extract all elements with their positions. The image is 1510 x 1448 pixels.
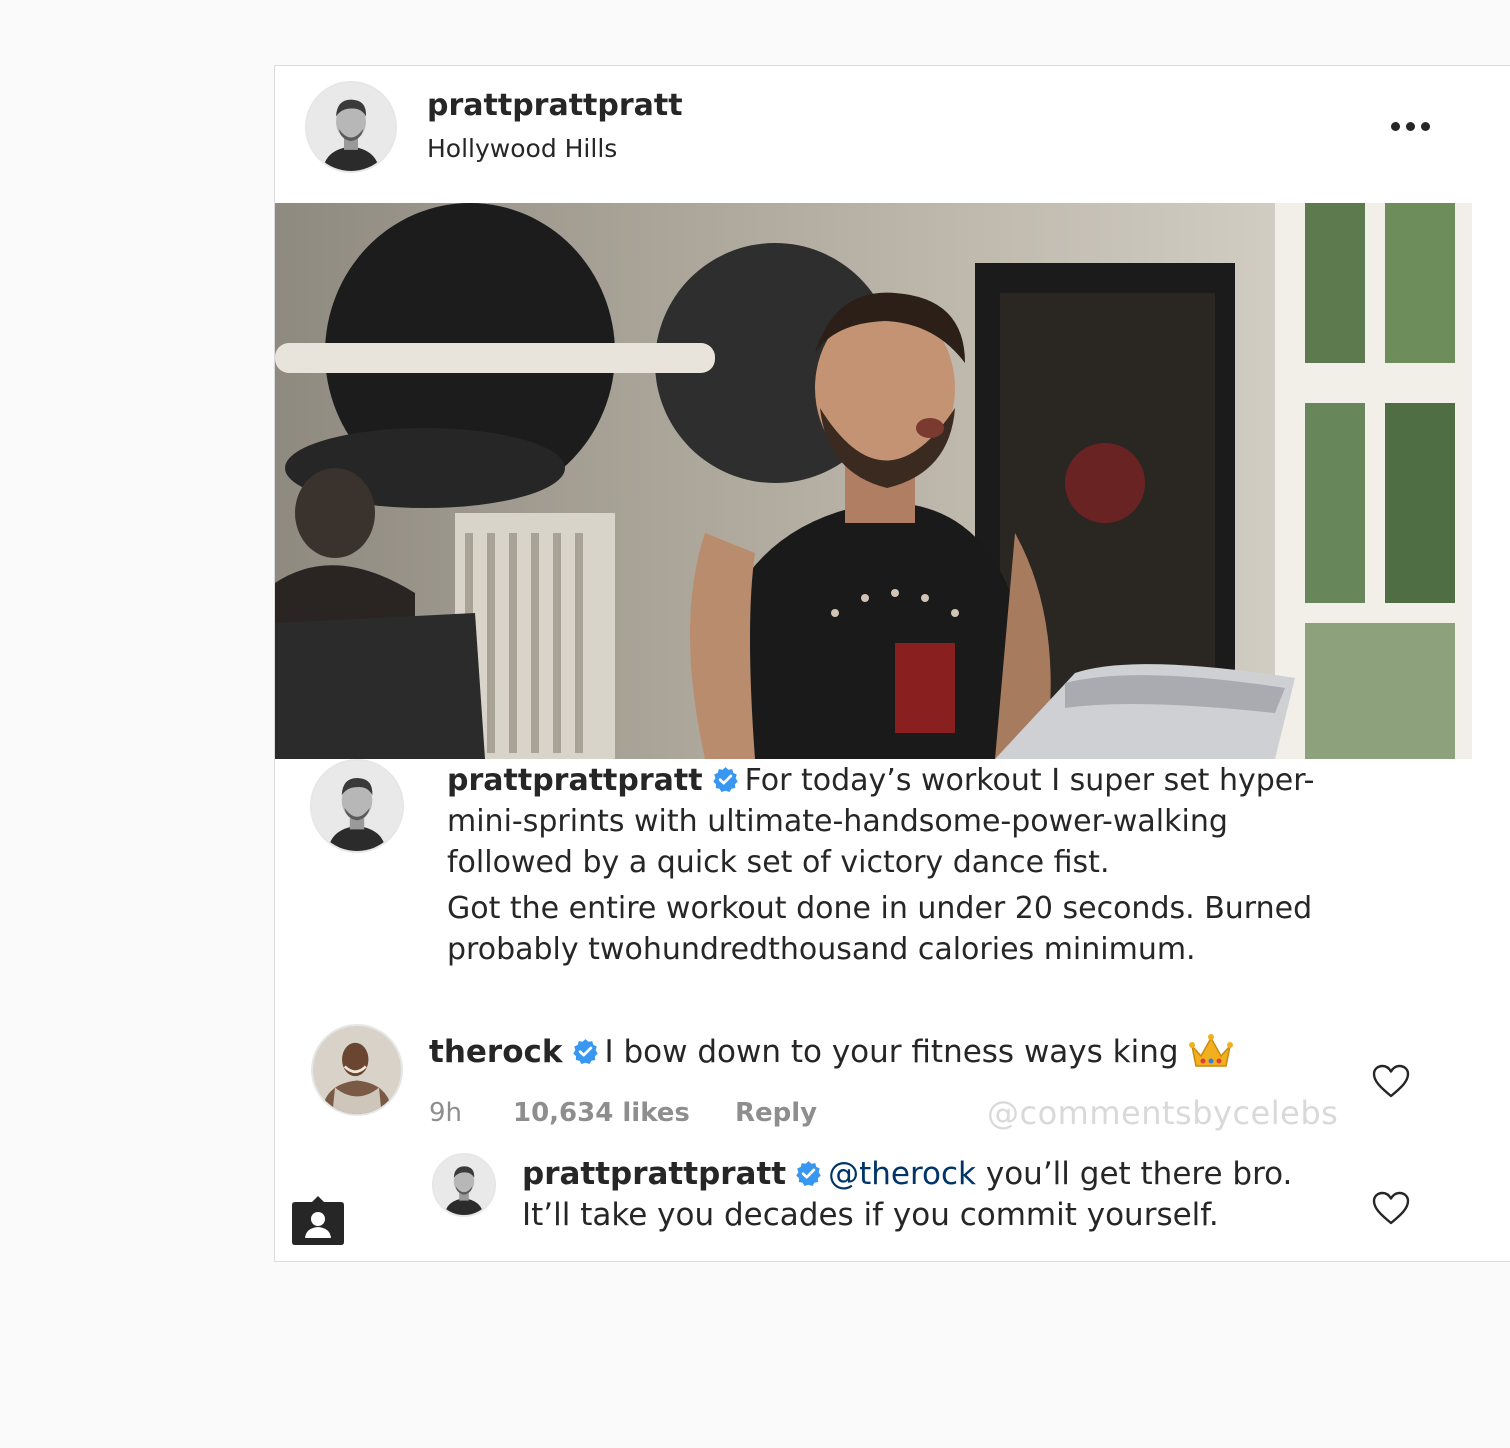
comment-reply: prattprattpratt @therock you’ll get there… bbox=[522, 1154, 1342, 1236]
dot bbox=[1405, 121, 1415, 131]
poster-username[interactable]: prattprattpratt bbox=[427, 88, 683, 123]
comment-text: I bow down to your fitness ways king bbox=[604, 1034, 1179, 1070]
caption-avatar[interactable] bbox=[310, 759, 404, 853]
mention-link[interactable]: @therock bbox=[828, 1156, 976, 1192]
comment-therock: therock I bow down to your fitness ways k… bbox=[429, 1032, 1233, 1073]
verified-badge-icon bbox=[712, 766, 739, 793]
post-video[interactable] bbox=[275, 203, 1472, 759]
like-comment-heart-icon[interactable] bbox=[1372, 1064, 1410, 1098]
reply-button[interactable]: Reply bbox=[735, 1098, 817, 1128]
reply-avatar[interactable] bbox=[432, 1153, 496, 1217]
post-caption: prattprattpratt For today’s workout I sup… bbox=[447, 760, 1347, 970]
tagged-people-icon[interactable] bbox=[291, 1194, 345, 1246]
poster-avatar[interactable] bbox=[305, 81, 397, 173]
caption-text-2: Got the entire workout done in under 20 … bbox=[447, 891, 1313, 967]
comment-time: 9h bbox=[429, 1098, 463, 1128]
more-options-icon[interactable] bbox=[1380, 106, 1440, 146]
dot bbox=[1420, 121, 1430, 131]
comment-likes[interactable]: 10,634 likes bbox=[513, 1098, 690, 1128]
reply-username[interactable]: prattprattpratt bbox=[522, 1156, 786, 1192]
person-portrait-icon bbox=[307, 83, 395, 171]
person-portrait-icon bbox=[313, 1026, 401, 1114]
commenter-avatar[interactable] bbox=[311, 1024, 403, 1116]
video-frame-image bbox=[275, 203, 1472, 759]
person-portrait-icon bbox=[312, 761, 402, 851]
post-location[interactable]: Hollywood Hills bbox=[427, 134, 617, 163]
person-portrait-icon bbox=[434, 1155, 494, 1215]
caption-username[interactable]: prattprattpratt bbox=[447, 763, 703, 798]
like-comment-heart-icon[interactable] bbox=[1372, 1191, 1410, 1225]
watermark: @commentsbycelebs bbox=[987, 1094, 1339, 1132]
verified-badge-icon bbox=[795, 1160, 822, 1187]
crown-emoji-icon bbox=[1188, 1032, 1233, 1070]
comment-username[interactable]: therock bbox=[429, 1034, 563, 1070]
post-card: prattprattpratt Hollywood Hills prattpra… bbox=[274, 65, 1510, 1262]
verified-badge-icon bbox=[572, 1038, 599, 1065]
dot bbox=[1390, 121, 1400, 131]
